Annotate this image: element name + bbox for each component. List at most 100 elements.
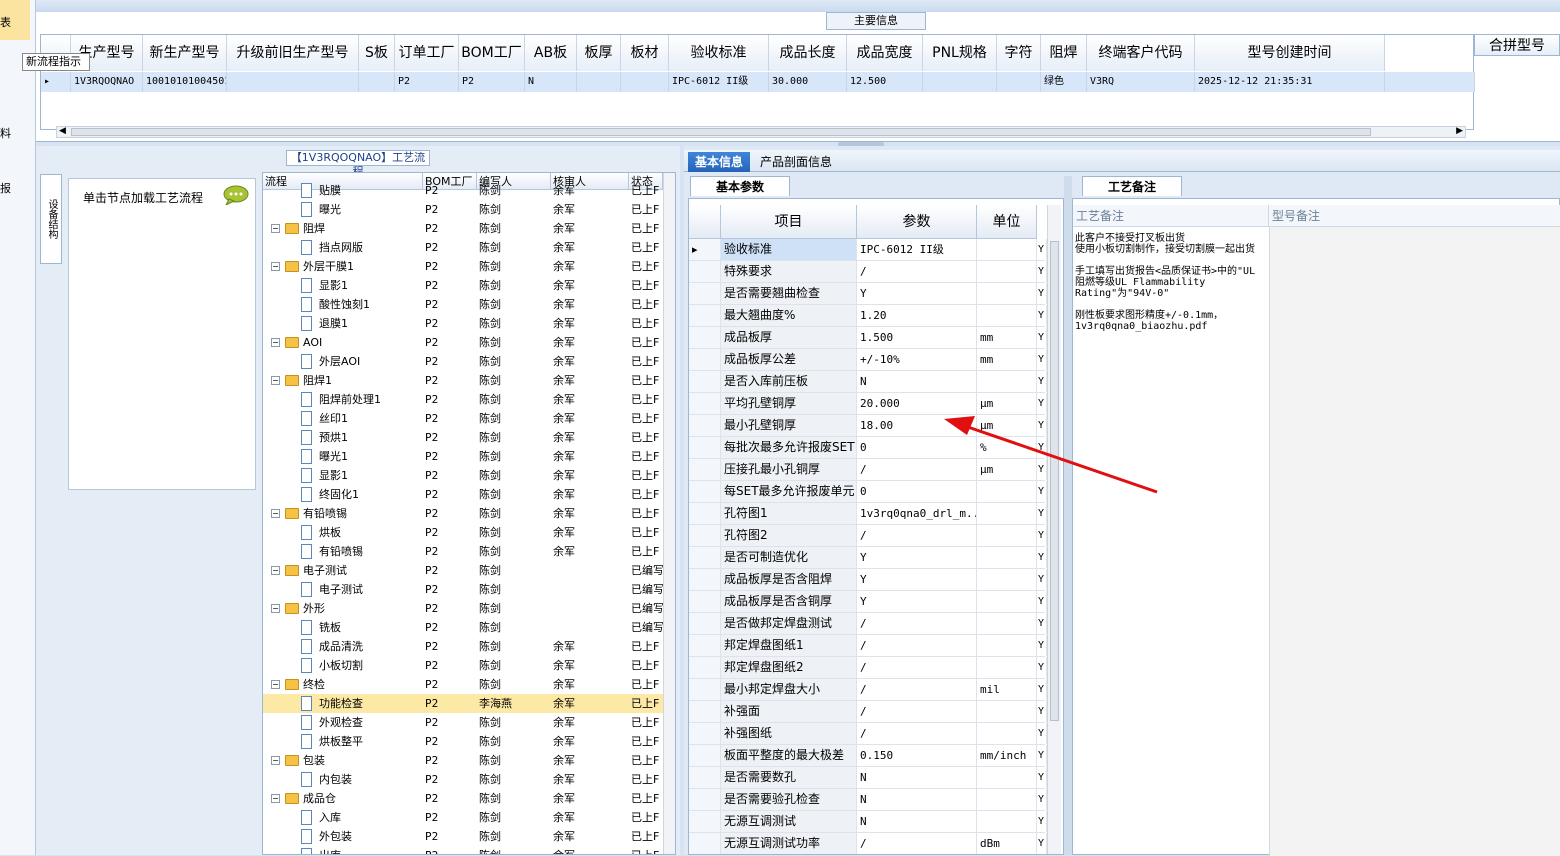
main-cell-solder-mask[interactable]: 绿色 [1041, 72, 1087, 92]
params-cell-value[interactable]: / [857, 525, 977, 546]
params-row[interactable]: 是否需要数孔 N Y [689, 767, 1047, 789]
craft-notes-header[interactable]: 工艺备注 [1073, 205, 1269, 227]
collapse-toggle-icon[interactable]: − [271, 756, 280, 765]
tree-row[interactable]: 显影1 P2 陈剑 余军 已上F [263, 466, 663, 485]
params-row-indicator[interactable] [689, 481, 721, 502]
left-nav-item-2[interactable]: 料 [0, 125, 11, 141]
params-row[interactable]: 最小邦定焊盘大小 / mil Y [689, 679, 1047, 701]
params-row-indicator[interactable] [689, 679, 721, 700]
main-header-ab-board[interactable]: AB板 [525, 35, 577, 71]
params-row[interactable]: 板面平整度的最大极差 0.150 mm/inch Y [689, 745, 1047, 767]
params-row[interactable]: 无源互调测试 N Y [689, 811, 1047, 833]
params-row-indicator[interactable] [689, 745, 721, 766]
params-row-indicator[interactable] [689, 613, 721, 634]
params-header-item[interactable]: 项目 [721, 205, 857, 239]
main-header-standard[interactable]: 验收标准 [669, 35, 769, 71]
main-cell-pnl[interactable] [923, 72, 997, 92]
params-cell-value[interactable]: 1v3rq0qna0_drl_m... [857, 503, 977, 524]
panel-splitter[interactable] [1064, 176, 1072, 855]
collapse-toggle-icon[interactable]: − [271, 566, 280, 575]
collapse-toggle-icon[interactable]: − [271, 338, 280, 347]
tree-row[interactable]: 功能检查 P2 李海燕 余军 已上F [263, 694, 663, 713]
params-vscroll-thumb[interactable] [1050, 241, 1059, 721]
main-header-bom-factory[interactable]: BOM工厂 [459, 35, 525, 71]
tree-row[interactable]: 内包装 P2 陈剑 余军 已上F [263, 770, 663, 789]
params-row-indicator[interactable] [689, 437, 721, 458]
craft-notes-tab[interactable]: 工艺备注 [1082, 176, 1182, 196]
params-cell-value[interactable]: 1.20 [857, 305, 977, 326]
tab-basic-info[interactable]: 基本信息 [688, 152, 750, 172]
params-cell-value[interactable]: 0 [857, 481, 977, 502]
tree-row[interactable]: 有铅喷锡 P2 陈剑 余军 已上F [263, 542, 663, 561]
params-row[interactable]: 每SET最多允许报废单元 0 Y [689, 481, 1047, 503]
process-title[interactable]: 【1V3RQOQNAO】工艺流程 [286, 150, 430, 178]
params-row[interactable]: 成品板厚公差 +/-10% mm Y [689, 349, 1047, 371]
main-cell-prod-model[interactable]: 1V3RQOQNAO [71, 72, 143, 92]
tree-row[interactable]: − 外形 P2 陈剑 已编写 [263, 599, 663, 618]
main-cell-new-prod-model[interactable]: 10010101004501 [143, 72, 227, 92]
tree-row[interactable]: 成品清洗 P2 陈剑 余军 已上F [263, 637, 663, 656]
main-info-tab[interactable]: 主要信息 [826, 12, 926, 30]
params-cell-value[interactable]: +/-10% [857, 349, 977, 370]
tree-row[interactable]: 外包装 P2 陈剑 余军 已上F [263, 827, 663, 846]
params-row[interactable]: 补强面 / Y [689, 701, 1047, 723]
main-cell-length[interactable]: 30.000 [769, 72, 847, 92]
model-notes-header[interactable]: 型号备注 [1269, 205, 1560, 227]
params-row[interactable]: 最小孔壁铜厚 18.00 μm Y [689, 415, 1047, 437]
tree-row[interactable]: 预烘1 P2 陈剑 余军 已上F [263, 428, 663, 447]
params-row-indicator[interactable] [689, 591, 721, 612]
equipment-structure-tab[interactable]: 设备结构 [40, 174, 62, 264]
params-row-indicator[interactable]: ▸ [689, 239, 721, 260]
params-row[interactable]: 成品板厚是否含阻焊 Y Y [689, 569, 1047, 591]
tree-row[interactable]: − 阻焊 P2 陈剑 余军 已上F [263, 219, 663, 238]
main-cell-s-board[interactable] [359, 72, 395, 92]
main-cell-standard[interactable]: IPC-6012 II级 [669, 72, 769, 92]
params-header-unit[interactable]: 单位 [977, 205, 1037, 239]
tree-row[interactable]: 阻焊前处理1 P2 陈剑 余军 已上F [263, 390, 663, 409]
params-row[interactable]: 孔符图2/ Y [689, 525, 1047, 547]
tree-row[interactable]: 铣板 P2 陈剑 已编写 [263, 618, 663, 637]
collapse-toggle-icon[interactable]: − [271, 376, 280, 385]
main-cell-char[interactable] [997, 72, 1041, 92]
params-row[interactable]: ▸ 验收标准 IPC-6012 II级 Y [689, 239, 1047, 261]
params-row-indicator[interactable] [689, 525, 721, 546]
tree-row[interactable]: 酸性蚀刻1 P2 陈剑 余军 已上F [263, 295, 663, 314]
params-row[interactable]: 压接孔最小孔铜厚 / μm Y [689, 459, 1047, 481]
params-row-indicator[interactable] [689, 349, 721, 370]
params-row[interactable]: 邦定焊盘图纸1/ Y [689, 635, 1047, 657]
tree-row[interactable]: 小板切割 P2 陈剑 余军 已上F [263, 656, 663, 675]
params-vscrollbar[interactable] [1047, 205, 1061, 854]
params-row-indicator[interactable] [689, 503, 721, 524]
main-header-material[interactable]: 板材 [621, 35, 669, 71]
params-row[interactable]: 特殊要求 / Y [689, 261, 1047, 283]
params-row-indicator[interactable] [689, 261, 721, 282]
main-header-customer-code[interactable]: 终端客户代码 [1087, 35, 1195, 71]
model-notes-column[interactable] [1269, 227, 1560, 856]
main-header-order-factory[interactable]: 订单工厂 [395, 35, 459, 71]
params-row[interactable]: 是否入库前压板 N Y [689, 371, 1047, 393]
params-cell-value[interactable]: / [857, 613, 977, 634]
params-row-indicator[interactable] [689, 833, 721, 854]
left-nav-item-3[interactable]: 报 [0, 180, 11, 196]
params-cell-value[interactable]: / [857, 723, 977, 744]
tree-row[interactable]: 丝印1 P2 陈剑 余军 已上F [263, 409, 663, 428]
params-cell-value[interactable]: Y [857, 569, 977, 590]
main-cell-bom-factory[interactable]: P2 [459, 72, 525, 92]
params-row-indicator[interactable] [689, 327, 721, 348]
tree-row[interactable]: 外层AOI P2 陈剑 余军 已上F [263, 352, 663, 371]
scroll-right-icon[interactable]: ▶ [1456, 126, 1463, 136]
main-header-pnl[interactable]: PNL规格 [923, 35, 997, 71]
collapse-toggle-icon[interactable]: − [271, 680, 280, 689]
tree-row[interactable]: 退膜1 P2 陈剑 余军 已上F [263, 314, 663, 333]
main-cell-created[interactable]: 2025-12-12 21:35:31 [1195, 72, 1385, 92]
params-row[interactable]: 邦定焊盘图纸2/ Y [689, 657, 1047, 679]
params-row-indicator[interactable] [689, 789, 721, 810]
main-header-created[interactable]: 型号创建时间 [1195, 35, 1385, 71]
tree-row[interactable]: 烘板整平 P2 陈剑 余军 已上F [263, 732, 663, 751]
main-cell-width[interactable]: 12.500 [847, 72, 923, 92]
tree-row[interactable]: 曝光1 P2 陈剑 余军 已上F [263, 447, 663, 466]
tree-row[interactable]: 贴膜 P2 陈剑 余军 已上F [263, 181, 663, 200]
params-row[interactable]: 是否需要翘曲检查 Y Y [689, 283, 1047, 305]
params-row[interactable]: 最大翘曲度% 1.20 Y [689, 305, 1047, 327]
params-cell-value[interactable]: / [857, 635, 977, 656]
